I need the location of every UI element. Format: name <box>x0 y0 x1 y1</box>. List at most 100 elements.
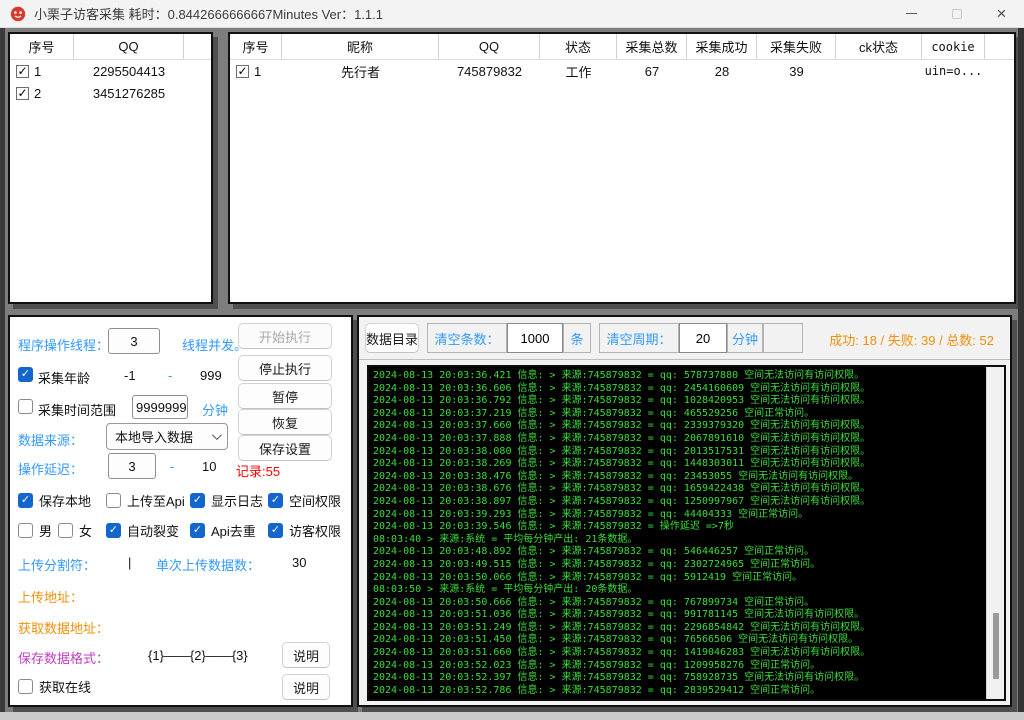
window-edge-bottom <box>0 712 1024 720</box>
table-row[interactable]: 1 先行者 745879832 工作 67 28 39 uin=o... <box>230 60 1014 82</box>
clear-count-input[interactable] <box>507 323 563 353</box>
option-save-local[interactable]: 保存本地 <box>18 491 91 510</box>
batch-size-value: 30 <box>292 555 306 570</box>
resume-button[interactable]: 恢复 <box>238 409 332 435</box>
option-checkbox[interactable] <box>58 523 73 538</box>
option-visitor-permission[interactable]: 访客权限 <box>268 521 341 540</box>
log-line: 2024-08-13 20:03:49.515 信息: > 来源:7458798… <box>373 559 986 572</box>
col-header-failed: 采集失败 <box>757 34 836 59</box>
log-line: 2024-08-13 20:03:52.397 信息: > 来源:7458798… <box>373 672 986 685</box>
close-icon: × <box>997 5 1007 22</box>
window-title: 小栗子访客采集 耗时：0.8442666666667Minutes Ver：1.… <box>34 4 383 23</box>
log-frame: 2024-08-13 20:03:36.421 信息: > 来源:7458798… <box>367 365 1006 701</box>
log-line: 2024-08-13 20:03:37.660 信息: > 来源:7458798… <box>373 420 986 433</box>
clear-cycle-input[interactable] <box>679 323 727 353</box>
log-line: 2024-08-13 20:03:38.676 信息: > 来源:7458798… <box>373 483 986 496</box>
log-line: 08:03:50 > 来源:系统 = 平均每分钟产出: 20条数据。 <box>373 584 986 597</box>
window-edge-right <box>1018 28 1024 720</box>
log-line: 08:03:40 > 来源:系统 = 平均每分钟产出: 21条数据。 <box>373 534 986 547</box>
log-line: 2024-08-13 20:03:51.450 信息: > 来源:7458798… <box>373 634 986 647</box>
row-checkbox[interactable] <box>16 87 29 100</box>
log-line: 2024-08-13 20:03:38.269 信息: > 来源:7458798… <box>373 458 986 471</box>
delay-input[interactable] <box>108 453 156 479</box>
age-max-value: 999 <box>200 368 222 383</box>
table-row[interactable]: 1 2295504413 <box>10 60 211 82</box>
minimize-button[interactable] <box>889 0 934 27</box>
log-line: 2024-08-13 20:03:39.293 信息: > 来源:7458798… <box>373 509 986 522</box>
log-line: 2024-08-13 20:03:36.792 信息: > 来源:7458798… <box>373 395 986 408</box>
option-show-log[interactable]: 显示日志 <box>190 491 263 510</box>
close-button[interactable]: × <box>979 0 1024 27</box>
age-range-dash: - <box>168 368 172 383</box>
option-auto-split[interactable]: 自动裂变 <box>106 521 179 540</box>
option-male[interactable]: 男 <box>18 521 52 540</box>
log-line: 2024-08-13 20:03:38.476 信息: > 来源:7458798… <box>373 471 986 484</box>
clear-cycle-label: 清空周期： <box>599 323 679 353</box>
row-checkbox[interactable] <box>236 65 249 78</box>
option-get-online[interactable]: 获取在线 <box>18 677 91 696</box>
clear-count-label: 清空条数： <box>427 323 507 353</box>
option-female[interactable]: 女 <box>58 521 92 540</box>
log-line: 2024-08-13 20:03:36.606 信息: > 来源:7458798… <box>373 383 986 396</box>
start-button[interactable]: 开始执行 <box>238 323 332 349</box>
row-checkbox[interactable] <box>16 65 29 78</box>
col-header-nickname: 昵称 <box>282 34 439 59</box>
option-api-dedupe[interactable]: Api去重 <box>190 521 256 540</box>
save-format-value: {1}——{2}——{3} <box>148 648 248 663</box>
title-bar: 小栗子访客采集 耗时：0.8442666666667Minutes Ver：1.… <box>0 0 1024 28</box>
split-char-value: | <box>128 555 131 570</box>
thread-count-input[interactable] <box>108 328 160 354</box>
col-header-index: 序号 <box>10 34 74 59</box>
window-edge-left <box>0 28 5 720</box>
time-range-input[interactable] <box>132 395 188 419</box>
clear-count-unit: 条 <box>563 323 591 353</box>
log-line: 2024-08-13 20:03:52.023 信息: > 来源:7458798… <box>373 660 986 673</box>
option-checkbox[interactable] <box>18 679 33 694</box>
client-area: 序号 QQ 1 2295504413 2 3451276285 序号 昵称 QQ… <box>0 28 1024 720</box>
maximize-button[interactable] <box>934 0 979 27</box>
col-header-status: 状态 <box>540 34 617 59</box>
log-line: 2024-08-13 20:03:51.660 信息: > 来源:7458798… <box>373 647 986 660</box>
option-space-permission[interactable]: 空间权限 <box>268 491 341 510</box>
app-logo-icon <box>10 6 26 22</box>
age-checkbox[interactable] <box>18 367 33 382</box>
delay-max-value: 10 <box>202 459 216 474</box>
log-line: 2024-08-13 20:03:50.666 信息: > 来源:7458798… <box>373 597 986 610</box>
age-label: 采集年龄 <box>38 368 90 387</box>
save-settings-button[interactable]: 保存设置 <box>238 435 332 461</box>
col-header-success: 采集成功 <box>687 34 757 59</box>
stop-button[interactable]: 停止执行 <box>238 355 332 381</box>
option-checkbox[interactable] <box>18 523 33 538</box>
col-header-ck: ck状态 <box>836 34 922 59</box>
log-panel: 数据目录 清空条数： 条 清空周期： 分钟 成功: 18 / 失败: 39 / … <box>357 315 1012 707</box>
log-console: 2024-08-13 20:03:36.421 信息: > 来源:7458798… <box>369 367 986 699</box>
col-header-cookie: cookie <box>922 34 985 59</box>
workers-table-panel: 序号 昵称 QQ 状态 采集总数 采集成功 采集失败 ck状态 cookie 1… <box>228 32 1016 304</box>
pause-button[interactable]: 暂停 <box>238 383 332 409</box>
save-format-help-button[interactable]: 说明 <box>282 642 330 668</box>
accounts-table-panel: 序号 QQ 1 2295504413 2 3451276285 <box>8 32 213 304</box>
log-scrollbar-thumb[interactable] <box>993 613 999 679</box>
option-checkbox[interactable] <box>268 493 283 508</box>
table-row[interactable]: 2 3451276285 <box>10 82 211 104</box>
log-line: 2024-08-13 20:03:51.036 信息: > 来源:7458798… <box>373 609 986 622</box>
online-help-button[interactable]: 说明 <box>282 674 330 700</box>
data-dir-button[interactable]: 数据目录 <box>365 323 419 353</box>
option-checkbox[interactable] <box>190 523 205 538</box>
option-upload-api[interactable]: 上传至Api <box>106 491 185 510</box>
data-source-select[interactable]: 本地导入数据 <box>106 423 228 450</box>
data-source-label: 数据来源： <box>18 430 83 449</box>
upload-url-label: 上传地址： <box>18 587 83 606</box>
log-line: 2024-08-13 20:03:37.888 信息: > 来源:7458798… <box>373 433 986 446</box>
save-format-label: 保存数据格式： <box>18 648 109 667</box>
log-line: 2024-08-13 20:03:36.421 信息: > 来源:7458798… <box>373 370 986 383</box>
log-scrollbar[interactable] <box>986 367 1004 699</box>
option-checkbox[interactable] <box>106 523 121 538</box>
option-checkbox[interactable] <box>190 493 205 508</box>
option-checkbox[interactable] <box>18 493 33 508</box>
col-header-total: 采集总数 <box>617 34 687 59</box>
delay-label: 操作延迟： <box>18 459 83 478</box>
time-range-checkbox[interactable] <box>18 399 33 414</box>
option-checkbox[interactable] <box>268 523 283 538</box>
option-checkbox[interactable] <box>106 493 121 508</box>
